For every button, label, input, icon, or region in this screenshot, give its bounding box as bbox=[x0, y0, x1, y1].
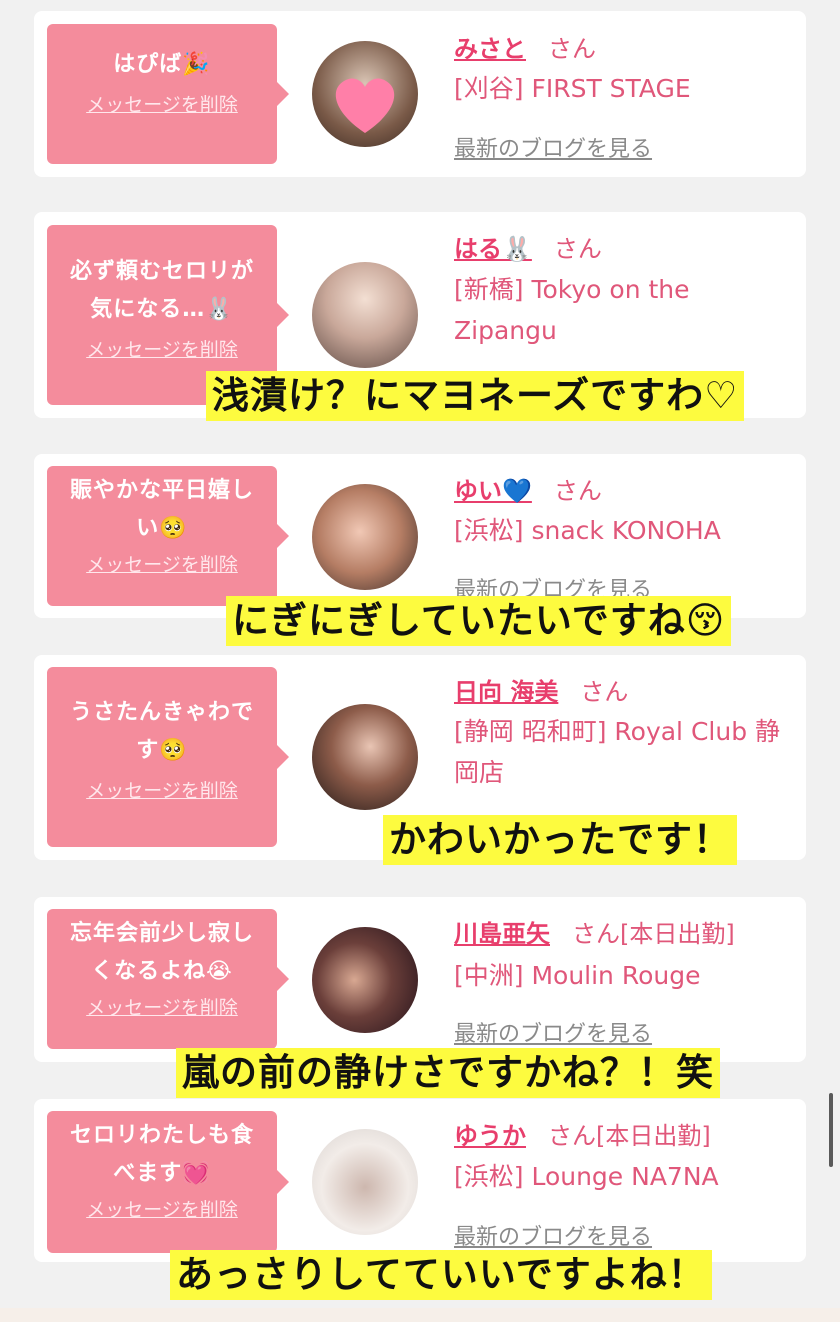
delete-message-link[interactable]: メッセージを削除 bbox=[86, 550, 238, 577]
delete-message-link[interactable]: メッセージを削除 bbox=[86, 993, 238, 1020]
message-text: 必ず頼むセロリが気になる…🐰 bbox=[69, 259, 254, 322]
delete-message-link[interactable]: メッセージを削除 bbox=[86, 776, 238, 803]
video-subtitle: 浅漬け？にマヨネーズですわ♡ bbox=[206, 371, 745, 421]
honorific: さん bbox=[580, 678, 629, 706]
avatar[interactable] bbox=[312, 262, 418, 368]
latest-blog-link[interactable]: 最新のブログを見る bbox=[454, 1219, 652, 1251]
delete-message-link[interactable]: メッセージを削除 bbox=[86, 1195, 238, 1222]
honorific: さん bbox=[553, 235, 602, 263]
name-line: ゆうか さん[本日出勤] bbox=[454, 1116, 711, 1151]
name-line: 日向 海美 さん bbox=[454, 672, 628, 707]
video-subtitle: にぎにぎしていたいですね😚 bbox=[226, 596, 732, 646]
honorific: さん bbox=[548, 35, 596, 63]
message-text: うさたんきゃわです🥺 bbox=[69, 700, 254, 763]
delete-message-link[interactable]: メッセージを削除 bbox=[86, 90, 238, 117]
shop-name: [静岡 昭和町] Royal Club 静岡店 bbox=[454, 717, 781, 787]
scrollbar[interactable] bbox=[829, 1093, 833, 1167]
message-card: 忘年会前少し寂しくなるよね😭 メッセージを削除 川島亜矢 さん[本日出勤] [中洲… bbox=[34, 897, 806, 1062]
cast-name-link[interactable]: ゆい💙 bbox=[454, 477, 532, 505]
shop-name: [浜松] Lounge NA7NA bbox=[454, 1162, 719, 1191]
name-line: 川島亜矢 さん[本日出勤] bbox=[454, 914, 735, 949]
honorific: さん bbox=[553, 477, 602, 505]
cast-name-link[interactable]: ゆうか bbox=[454, 1122, 526, 1150]
cast-name-link[interactable]: はる🐰 bbox=[454, 235, 532, 263]
message-text: 忘年会前少し寂しくなるよね😭 bbox=[69, 921, 254, 984]
avatar[interactable] bbox=[312, 41, 418, 147]
avatar[interactable] bbox=[312, 704, 418, 810]
honorific: さん[本日出勤] bbox=[548, 1122, 711, 1150]
honorific: さん[本日出勤] bbox=[572, 920, 735, 948]
shop-name: [浜松] snack KONOHA bbox=[454, 516, 721, 545]
heart-sticker-icon bbox=[335, 78, 395, 133]
shop-name: [中洲] Moulin Rouge bbox=[454, 961, 701, 990]
video-subtitle: あっさりしてていいですよね！ bbox=[170, 1250, 712, 1300]
latest-blog-link[interactable]: 最新のブログを見る bbox=[454, 1016, 652, 1048]
avatar[interactable] bbox=[312, 1129, 418, 1235]
next-card-edge bbox=[0, 1308, 840, 1322]
name-line: はる🐰 さん bbox=[454, 229, 602, 264]
cast-name-link[interactable]: 川島亜矢 bbox=[454, 920, 550, 948]
name-line: ゆい💙 さん bbox=[454, 471, 602, 506]
avatar[interactable] bbox=[312, 484, 418, 590]
message-bubble: 忘年会前少し寂しくなるよね😭 メッセージを削除 bbox=[47, 909, 289, 1049]
cast-name-link[interactable]: 日向 海美 bbox=[454, 678, 558, 706]
message-text: はぴば🎉 bbox=[113, 52, 211, 77]
avatar[interactable] bbox=[312, 927, 418, 1033]
message-bubble: セロリわたしも食べます💓 メッセージを削除 bbox=[47, 1111, 289, 1253]
shop-name: [新橋] Tokyo on the Zipangu bbox=[454, 275, 690, 345]
message-card: 賑やかな平日嬉しい🥺 メッセージを削除 ゆい💙 さん [浜松] snack KON… bbox=[34, 454, 806, 618]
message-card: はぴば🎉 メッセージを削除 みさと さん [刈谷] FIRST STAGE 最新の… bbox=[34, 11, 806, 177]
latest-blog-link[interactable]: 最新のブログを見る bbox=[454, 131, 652, 163]
message-bubble: うさたんきゃわです🥺 メッセージを削除 bbox=[47, 667, 289, 847]
name-line: みさと さん bbox=[454, 29, 596, 64]
message-bubble: はぴば🎉 メッセージを削除 bbox=[47, 24, 289, 164]
message-text: 賑やかな平日嬉しい🥺 bbox=[69, 478, 254, 541]
shop-name: [刈谷] FIRST STAGE bbox=[454, 74, 691, 103]
video-subtitle: 嵐の前の静けさですかね？！笑 bbox=[176, 1048, 720, 1098]
message-text: セロリわたしも食べます💓 bbox=[69, 1123, 254, 1186]
message-bubble: 賑やかな平日嬉しい🥺 メッセージを削除 bbox=[47, 466, 289, 606]
video-subtitle: かわいかったです！ bbox=[383, 815, 737, 865]
cast-name-link[interactable]: みさと bbox=[454, 35, 526, 63]
message-card: セロリわたしも食べます💓 メッセージを削除 ゆうか さん[本日出勤] [浜松] L… bbox=[34, 1099, 806, 1262]
delete-message-link[interactable]: メッセージを削除 bbox=[86, 335, 238, 362]
